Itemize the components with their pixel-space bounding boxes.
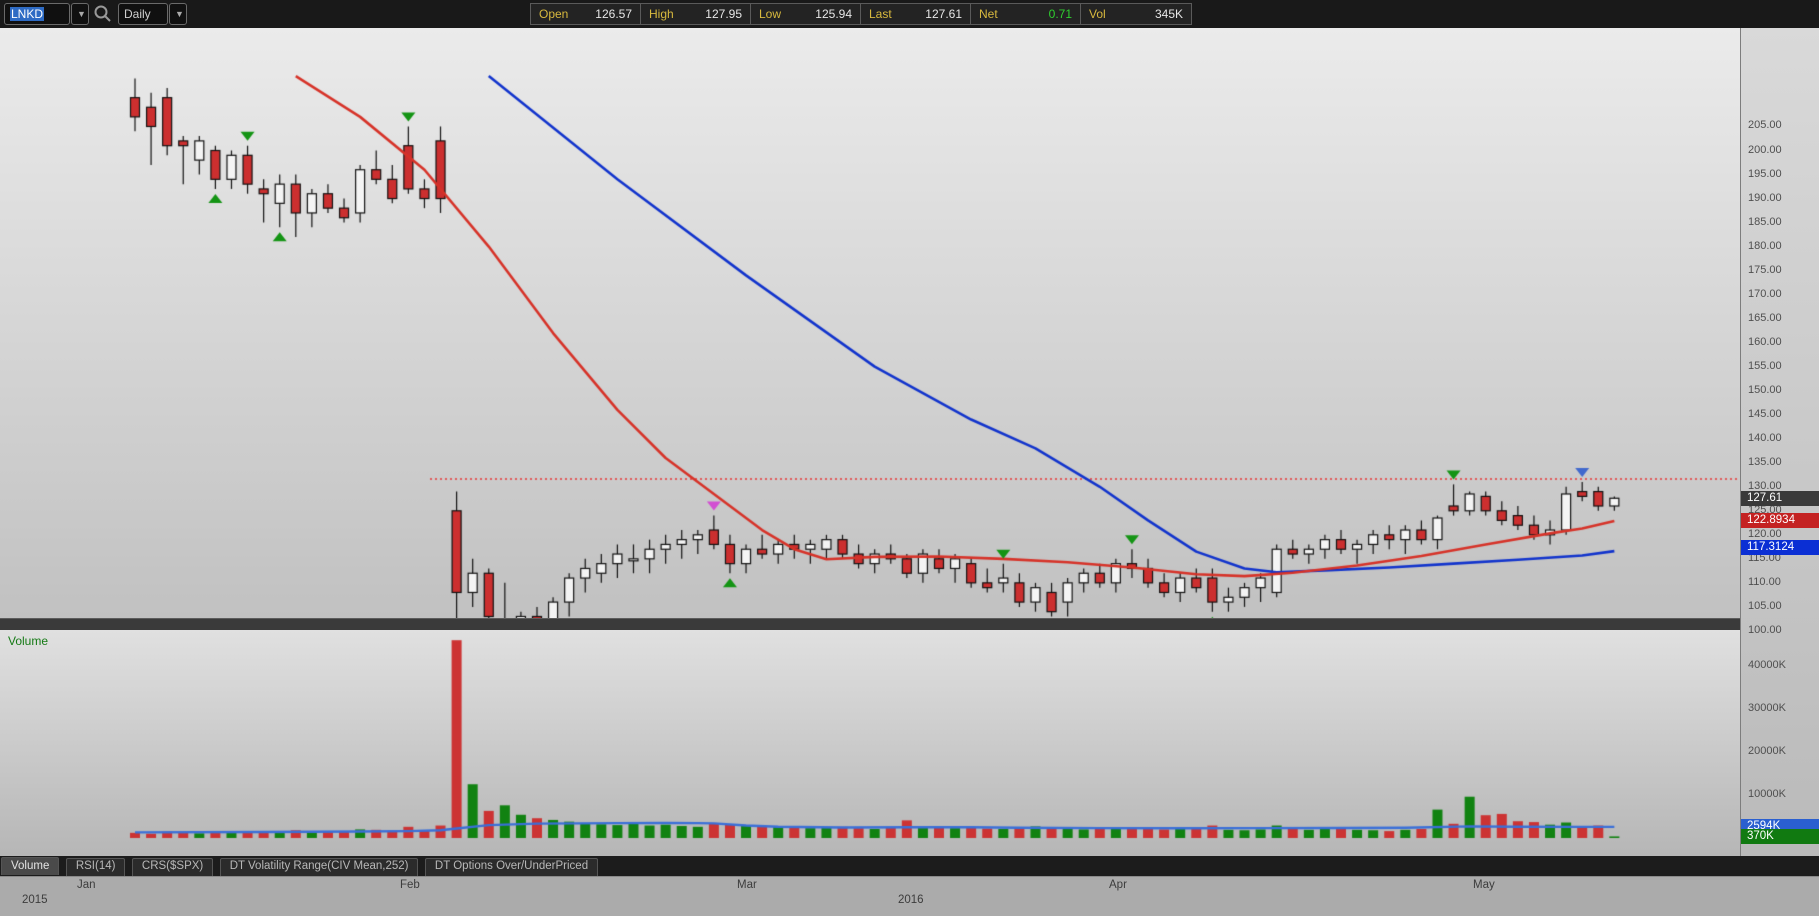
price-label-blue: 117.3124 (1741, 540, 1819, 556)
stat-net-label: Net (979, 7, 998, 21)
stat-last-value: 127.61 (925, 7, 962, 21)
month-label: Jan (77, 879, 96, 891)
price-tick-label: 170.00 (1748, 287, 1782, 300)
symbol-text: LNKD (10, 7, 45, 21)
symbol-dropdown-button[interactable]: ▼ (71, 3, 89, 25)
price-tick-label: 155.00 (1748, 359, 1782, 372)
volume-tick-label: 20000K (1748, 745, 1786, 757)
month-label: May (1473, 879, 1495, 891)
stat-open: Open 126.57 (531, 4, 641, 24)
stat-vol-label: Vol (1089, 7, 1106, 21)
stat-low: Low 125.94 (751, 4, 861, 24)
price-tick-label: 175.00 (1748, 263, 1782, 276)
price-tick-label: 160.00 (1748, 335, 1782, 348)
ohlc-stats-bar: Open 126.57 High 127.95 Low 125.94 Last … (530, 3, 1192, 25)
year-label: 2015 (22, 894, 48, 906)
price-label-red: 122.8934 (1741, 513, 1819, 529)
tab-rsi[interactable]: RSI(14) (65, 858, 126, 876)
price-tick-label: 100.00 (1748, 623, 1782, 636)
tab-crs-spx[interactable]: CRS($SPX) (131, 858, 214, 876)
volume-label-vgreen: 370K (1741, 828, 1819, 844)
stat-vol-value: 345K (1154, 7, 1183, 21)
volume-tick-label: 10000K (1748, 788, 1786, 800)
timeframe-select[interactable]: Daily (118, 3, 168, 25)
time-axis[interactable]: Jan Feb Mar Apr May 2015 2016 (0, 876, 1819, 916)
stat-high: High 127.95 (641, 4, 751, 24)
stat-high-label: High (649, 7, 674, 21)
stat-net: Net 0.71 (971, 4, 1081, 24)
pane-divider[interactable] (0, 618, 1819, 630)
year-label: 2016 (898, 894, 924, 906)
tab-dt-options-over-underpriced[interactable]: DT Options Over/UnderPriced (424, 858, 599, 876)
indicator-tab-bar: Volume RSI(14) CRS($SPX) DT Volatility R… (0, 856, 1819, 876)
price-tick-label: 190.00 (1748, 191, 1782, 204)
price-tick-label: 205.00 (1748, 119, 1782, 132)
stat-last: Last 127.61 (861, 4, 971, 24)
volume-chart-canvas[interactable] (0, 630, 1740, 856)
price-tick-label: 150.00 (1748, 383, 1782, 396)
price-tick-label: 180.00 (1748, 239, 1782, 252)
volume-pane-title: Volume (8, 634, 49, 648)
volume-tick-label: 40000K (1748, 659, 1786, 671)
stat-low-value: 125.94 (815, 7, 852, 21)
stat-net-value: 0.71 (1048, 7, 1072, 21)
right-axis[interactable]: 205.00 200.00 195.00 190.00 185.00 180.00 175.… (1740, 28, 1819, 876)
charting-app: LNKD ▼ Daily ▼ Open 126.57 High 127.95 L… (0, 0, 1819, 916)
stat-open-label: Open (539, 7, 569, 21)
stat-vol: Vol 345K (1081, 4, 1191, 24)
month-label: Feb (400, 879, 420, 891)
price-tick-label: 140.00 (1748, 431, 1782, 444)
price-tick-label: 145.00 (1748, 407, 1782, 420)
stat-high-value: 127.95 (705, 7, 742, 21)
price-tick-label: 120.00 (1748, 527, 1782, 540)
volume-tick-label: 30000K (1748, 702, 1786, 714)
tab-volume[interactable]: Volume (1, 857, 60, 875)
price-tick-label: 195.00 (1748, 167, 1782, 180)
search-icon[interactable] (92, 4, 114, 24)
stat-open-value: 126.57 (595, 7, 632, 21)
timeframe-dropdown-button[interactable]: ▼ (169, 3, 187, 25)
price-tick-label: 165.00 (1748, 311, 1782, 324)
month-label: Mar (737, 879, 757, 891)
stat-low-label: Low (759, 7, 782, 21)
price-tick-label: 135.00 (1748, 455, 1782, 468)
month-label: Apr (1109, 879, 1127, 891)
price-tick-label: 105.00 (1748, 599, 1782, 612)
price-tick-label: 110.00 (1748, 575, 1781, 588)
price-tick-label: 200.00 (1748, 143, 1782, 156)
price-chart-canvas[interactable] (0, 28, 1740, 618)
price-label-dark: 127.61 (1741, 490, 1819, 506)
tab-dt-volatility-range[interactable]: DT Volatility Range(CIV Mean,252) (219, 858, 419, 876)
price-tick-label: 185.00 (1748, 215, 1782, 228)
stat-last-label: Last (869, 7, 892, 21)
top-toolbar: LNKD ▼ Daily ▼ Open 126.57 High 127.95 L… (0, 0, 1819, 28)
symbol-input[interactable]: LNKD (4, 3, 70, 25)
